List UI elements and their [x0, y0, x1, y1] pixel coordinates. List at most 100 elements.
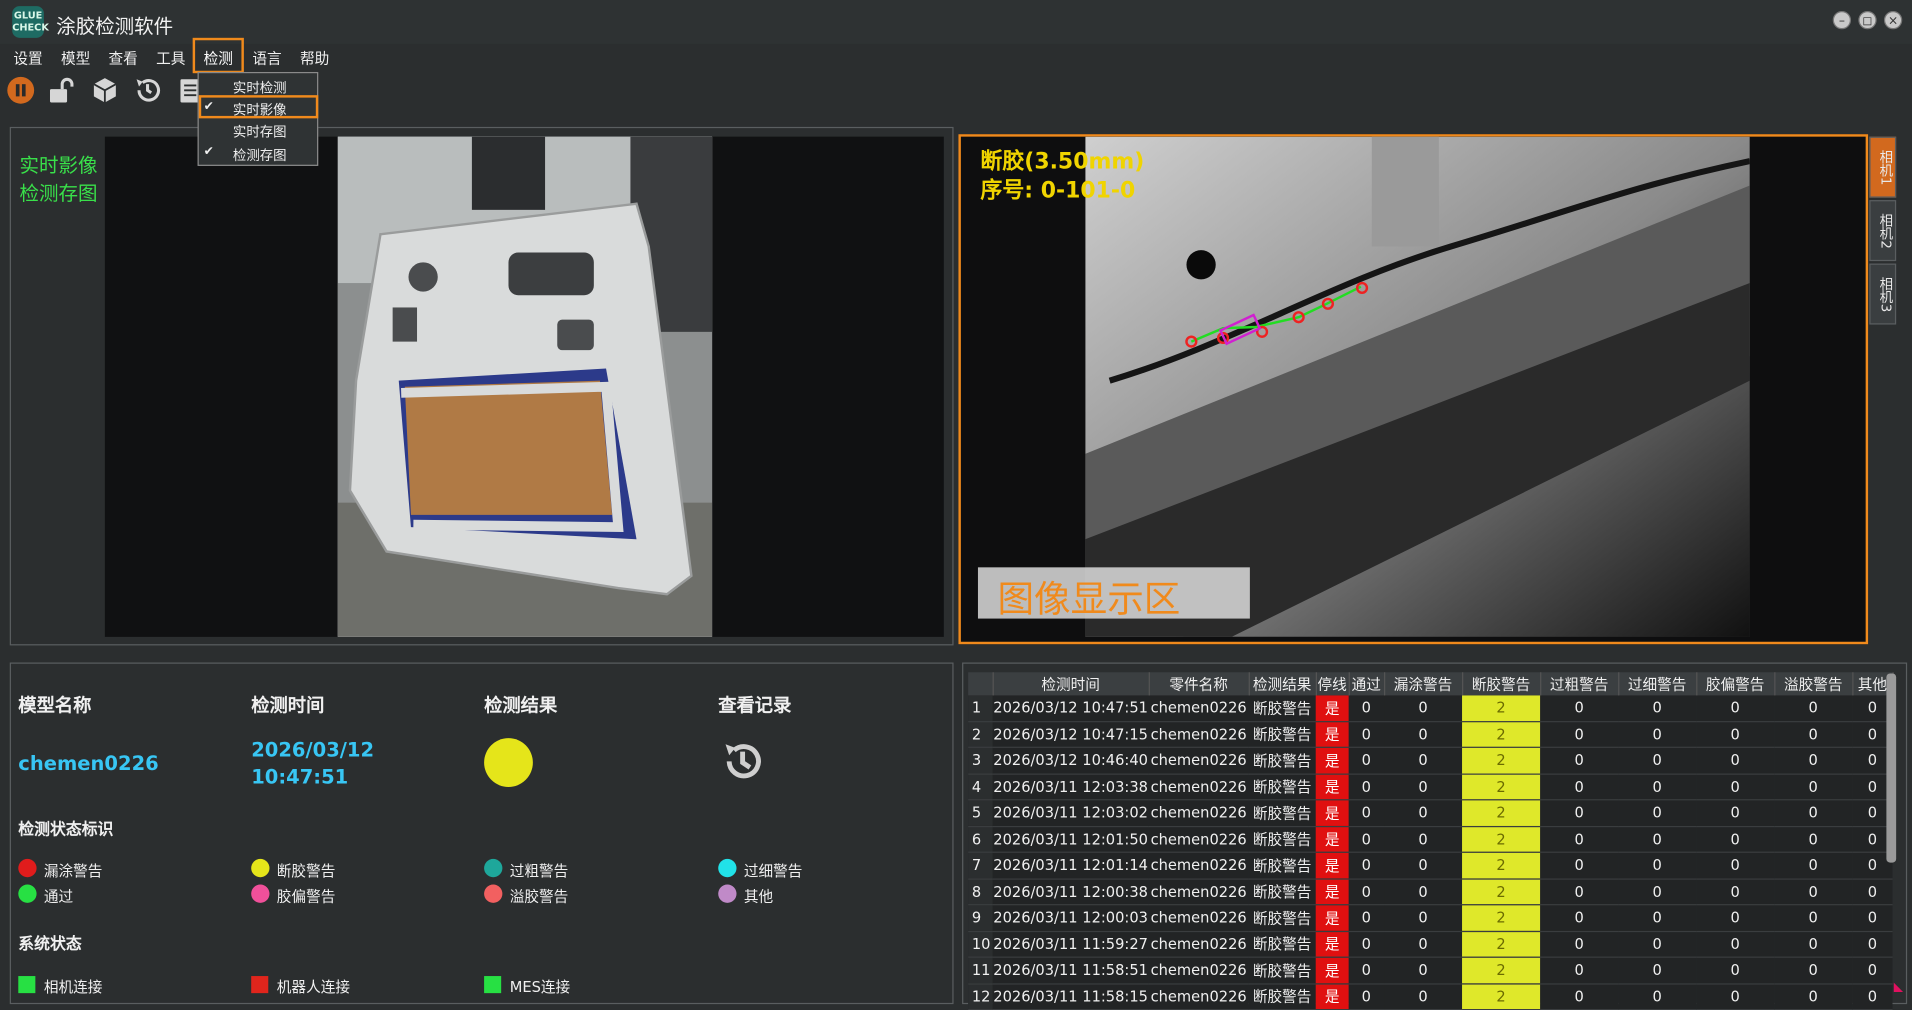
dropdown-item-live-save[interactable]: 实时存图 [199, 120, 317, 142]
table-cell: 0 [1696, 904, 1775, 932]
pause-button[interactable] [7, 76, 35, 104]
table-cell: 0 [1696, 695, 1775, 722]
table-cell: 0 [1618, 957, 1697, 984]
table-cell: 0 [1696, 930, 1775, 958]
header-corner [968, 672, 994, 696]
column-header[interactable]: 通过 [1348, 672, 1385, 696]
table-row[interactable]: 3 2026/03/12 10:46:40 chemen0226 断胶警告是 0 0 2 0 0… [968, 747, 1893, 775]
table-cell: chemen0226 [1148, 852, 1249, 880]
status-label: 机器人连接 [276, 978, 350, 996]
model-name-heading: 模型名称 [18, 694, 92, 717]
glue-detection-image [1085, 136, 1750, 637]
table-cell: 2 [1462, 695, 1541, 722]
history-toolbar-icon[interactable] [133, 76, 162, 105]
menu-help[interactable]: 帮助 [300, 48, 329, 69]
row-number: 1 [968, 695, 993, 722]
history-icon[interactable] [718, 737, 767, 786]
table-cell: 0 [1540, 983, 1619, 1010]
menu-model[interactable]: 模型 [61, 48, 90, 69]
menu-detect[interactable]: 检测 [204, 48, 233, 69]
maximize-icon[interactable]: ◻ [1858, 10, 1877, 30]
system-status-heading: 系统状态 [18, 935, 82, 955]
result-indicator [484, 738, 533, 787]
live-image-label: 实时影像 [19, 153, 98, 177]
table-row[interactable]: 2 2026/03/12 10:47:15 chemen0226 断胶警告是 0 0 2 0 0… [968, 721, 1893, 748]
table-cell: 0 [1696, 852, 1775, 880]
table-cell: 0 [1384, 878, 1463, 906]
table-cell: 0 [1774, 695, 1853, 722]
table-cell: 0 [1852, 930, 1893, 958]
table-cell: chemen0226 [1148, 983, 1249, 1010]
table-row[interactable]: 8 2026/03/11 12:00:38 chemen0226 断胶警告是 0 0 2 0 0… [968, 878, 1893, 906]
tab-camera-2[interactable]: 相机2 [1869, 200, 1897, 262]
menu-tools[interactable]: 工具 [156, 48, 185, 69]
column-header[interactable]: 检测结果 [1248, 672, 1317, 696]
table-row[interactable]: 1 2026/03/12 10:47:51 chemen0226 断胶警告是 0 0 2 0 0… [968, 695, 1893, 722]
legend-label: 过细警告 [743, 862, 803, 880]
table-cell: 0 [1618, 904, 1697, 932]
cube-icon[interactable] [90, 76, 119, 105]
column-header[interactable]: 零件名称 [1148, 672, 1250, 696]
table-cell: 断胶警告 [1248, 825, 1316, 853]
column-header[interactable]: 胶偏警告 [1696, 672, 1775, 696]
table-cell: 0 [1618, 721, 1697, 748]
table-row[interactable]: 4 2026/03/11 12:03:38 chemen0226 断胶警告是 0 0 2 0 0… [968, 773, 1893, 801]
table-cell: 断胶警告 [1248, 799, 1316, 827]
table-cell: 0 [1618, 852, 1697, 880]
minimize-icon[interactable]: – [1832, 10, 1852, 30]
table-cell: 断胶警告 [1248, 747, 1316, 775]
status-indicator [484, 976, 502, 994]
table-cell: 0 [1348, 721, 1385, 748]
menu-language[interactable]: 语言 [252, 48, 281, 69]
column-header[interactable]: 过细警告 [1618, 672, 1697, 696]
detect-result-heading: 检测结果 [484, 694, 558, 717]
table-row[interactable]: 12 2026/03/11 11:58:15 chemen0226 断胶警告是 0 0 2 0… [968, 983, 1893, 1010]
column-header[interactable]: 溢胶警告 [1774, 672, 1853, 696]
table-cell: 0 [1540, 721, 1619, 748]
table-cell: 断胶警告 [1248, 721, 1316, 748]
table-cell: 0 [1618, 799, 1697, 827]
menu-view[interactable]: 查看 [109, 48, 138, 69]
tab-camera-3[interactable]: 相机3 [1869, 263, 1897, 325]
table-cell: chemen0226 [1148, 904, 1249, 932]
table-scrollbar[interactable] [1886, 673, 1897, 863]
unlock-icon[interactable] [46, 76, 75, 105]
table-cell: 2 [1462, 878, 1541, 906]
table-row[interactable]: 5 2026/03/11 12:03:02 chemen0226 断胶警告是 0 0 2 0 0… [968, 799, 1893, 827]
tab-camera-1[interactable]: 相机1 [1869, 136, 1897, 198]
table-row[interactable]: 6 2026/03/11 12:01:50 chemen0226 断胶警告是 0 0 2 0 0… [968, 825, 1893, 853]
table-row[interactable]: 10 2026/03/11 11:59:27 chemen0226 断胶警告是 0 0 2 0… [968, 930, 1893, 958]
legend-dot [484, 858, 503, 878]
column-header[interactable]: 停线 [1315, 672, 1350, 696]
table-cell: chemen0226 [1148, 773, 1249, 801]
table-cell: 2026/03/12 10:46:40 [992, 747, 1149, 775]
table-cell: 2026/03/11 11:59:27 [992, 930, 1149, 958]
table-cell: 0 [1774, 904, 1853, 932]
menu-settings[interactable]: 设置 [13, 48, 42, 69]
table-cell: 0 [1348, 773, 1385, 801]
dropdown-item-detect-save[interactable]: ✔ 检测存图 [199, 143, 317, 165]
column-header[interactable]: 过粗警告 [1540, 672, 1619, 696]
table-cell: chemen0226 [1148, 878, 1249, 906]
column-header[interactable]: 漏涂警告 [1384, 672, 1463, 696]
table-cell: 断胶警告 [1248, 695, 1316, 722]
table-row[interactable]: 9 2026/03/11 12:00:03 chemen0226 断胶警告是 0 0 2 0 0… [968, 904, 1893, 932]
status-indicator [18, 976, 36, 994]
legend-label: 漏涂警告 [43, 862, 103, 880]
column-header[interactable]: 检测时间 [992, 672, 1150, 696]
table-cell: 0 [1618, 825, 1697, 853]
resize-grip-icon[interactable]: ◣ [1894, 981, 1909, 996]
table-cell: 0 [1540, 825, 1619, 853]
table-cell: 是 [1315, 878, 1349, 906]
column-header[interactable]: 断胶警告 [1462, 672, 1541, 696]
close-icon[interactable]: × [1883, 10, 1903, 30]
status-legend-heading: 检测状态标识 [18, 821, 114, 840]
detect-date-value: 2026/03/12 [251, 738, 375, 762]
table-row[interactable]: 11 2026/03/11 11:58:51 chemen0226 断胶警告是 0 0 2 0… [968, 957, 1893, 984]
table-cell: 0 [1384, 721, 1463, 748]
table-cell: 0 [1774, 799, 1853, 827]
detect-dropdown-menu: 实时检测 ✔ 实时影像 实时存图 ✔ 检测存图 [197, 71, 319, 166]
table-row[interactable]: 7 2026/03/11 12:01:14 chemen0226 断胶警告是 0 0 2 0 0… [968, 852, 1893, 880]
table-cell: 2026/03/11 11:58:51 [992, 957, 1149, 984]
status-indicator [251, 976, 269, 994]
